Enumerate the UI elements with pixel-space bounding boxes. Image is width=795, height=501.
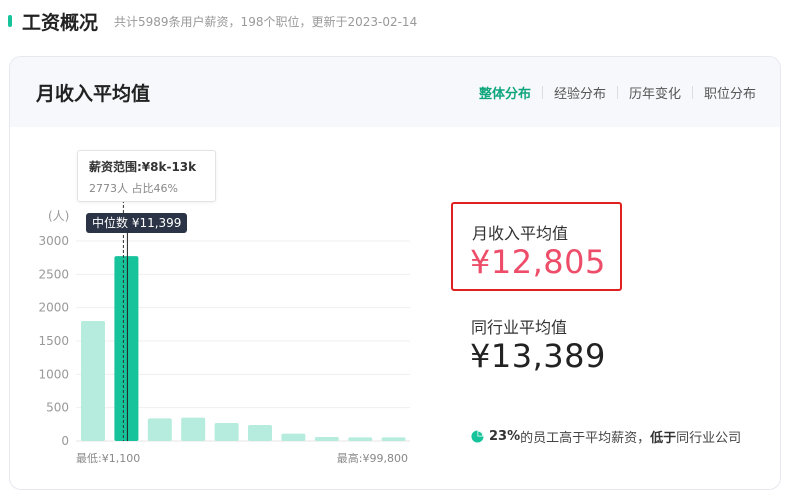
y-tick-label: 3000 [38,234,69,248]
title-accent-bar [8,15,12,27]
salary-card: 月收入平均值 整体分布 经验分布 历年变化 职位分布 (人) 0 500 1000 15… [9,56,781,490]
chart-tooltip: 薪资范围:¥8k-13k 2773人 占比46% [77,150,216,202]
average-label: 月收入平均值 [472,224,569,243]
average-value: ¥12,805 [470,243,606,281]
chart-bar [314,437,339,441]
y-tick-label: 1500 [38,334,69,348]
chart-bar [214,423,239,441]
salary-distribution-chart: (人) 0 500 1000 1500 2000 2500 3000 最低:¥1,100 最高:¥… [38,175,410,465]
chart-bar [348,437,373,441]
y-tick-label: 2500 [38,267,69,281]
comparison-footnote: 23% 的员工高于平均薪资， 低于 同行业公司 [471,427,741,446]
y-axis-unit-label: (人) [48,209,69,223]
chart-bar [181,417,206,441]
chart-bar [114,256,139,441]
tab-history[interactable]: 历年变化 [629,83,681,102]
industry-average-label: 同行业平均值 [471,318,568,337]
footnote-lower: 低于 [650,431,677,446]
above-average-percent: 23% [489,429,521,444]
page-title: 工资概况 [22,11,99,34]
y-tick-label: 0 [61,434,69,448]
tab-divider [541,85,543,99]
x-max-label: 最高:¥99,800 [337,451,408,465]
tab-divider [616,85,618,99]
tooltip-detail: 2773人 占比46% [89,182,178,195]
y-tick-label: 1000 [38,367,69,381]
chart-bar [81,321,105,441]
chart-bar [248,425,272,441]
y-tick-label: 2000 [38,301,69,315]
footnote-text-2: 同行业公司 [676,431,742,446]
median-badge: 中位数 ¥11,399 [86,213,188,233]
tab-experience[interactable]: 经验分布 [554,83,606,102]
tab-position[interactable]: 职位分布 [704,83,756,102]
pie-chart-icon [471,430,484,443]
distribution-tabs: 整体分布 经验分布 历年变化 职位分布 [479,83,756,102]
industry-average-value: ¥13,389 [470,337,606,375]
y-tick-label: 500 [46,401,69,415]
tooltip-range: 薪资范围:¥8k-13k [89,160,197,174]
chart-bar [381,437,406,441]
footnote-text-1: 的员工高于平均薪资， [520,431,651,446]
page-header: 工资概况 共计5989条用户薪资，198个职位，更新于2023-02-14 [8,8,417,34]
chart-bar [281,433,306,441]
page-subtitle: 共计5989条用户薪资，198个职位，更新于2023-02-14 [114,14,418,29]
chart-bar [147,418,172,441]
x-min-label: 最低:¥1,100 [76,452,140,465]
tab-divider [691,85,693,99]
tab-overall[interactable]: 整体分布 [479,83,531,102]
